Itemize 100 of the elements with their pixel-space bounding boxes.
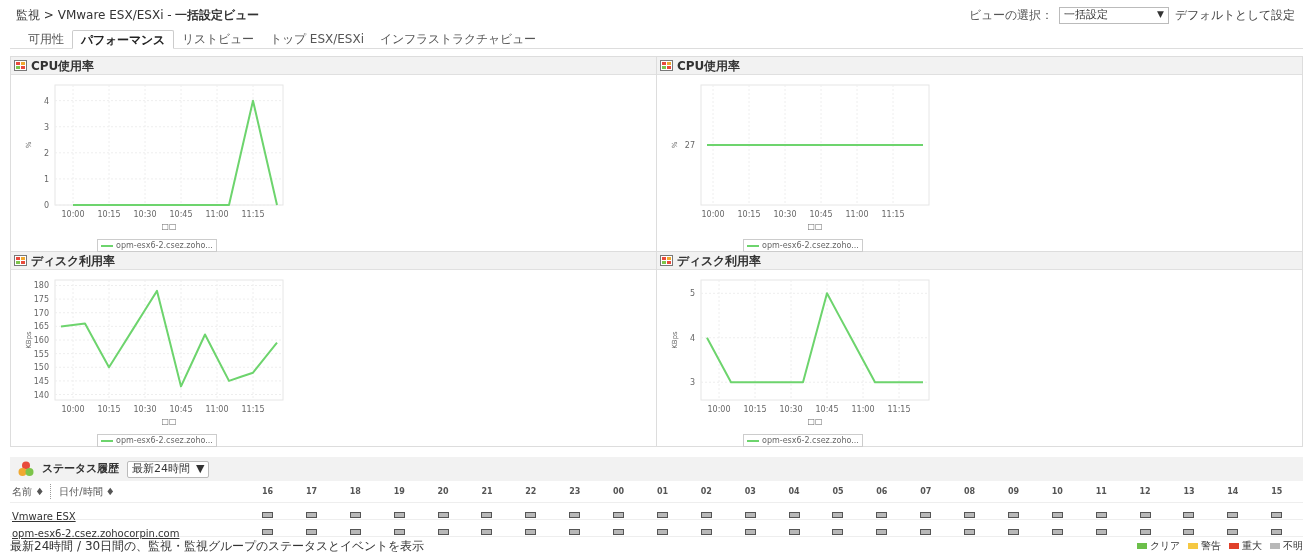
tab[interactable]: 可用性 xyxy=(20,29,72,48)
status-marker[interactable] xyxy=(262,512,273,518)
status-marker[interactable] xyxy=(393,512,405,518)
hour-header: 02 xyxy=(699,485,713,498)
y-tick-label: 165 xyxy=(33,322,49,332)
status-marker[interactable] xyxy=(262,529,273,535)
hour-header: 22 xyxy=(524,485,538,498)
tab[interactable]: トップ ESX/ESXi xyxy=(262,29,373,48)
status-marker[interactable] xyxy=(613,529,624,535)
status-marker[interactable] xyxy=(1227,512,1239,518)
x-axis-label: □□ xyxy=(807,417,823,426)
status-marker[interactable] xyxy=(569,512,581,518)
hour-header: 15 xyxy=(1270,485,1284,498)
chart-icon xyxy=(14,255,27,266)
footer-note: 最新24時間 / 30日間の、監視・監視グループのステータスとイベントを表示 xyxy=(10,538,425,555)
y-tick-label: 2 xyxy=(43,148,49,158)
status-marker[interactable] xyxy=(1271,529,1283,535)
status-marker[interactable] xyxy=(1139,512,1151,518)
status-marker[interactable] xyxy=(481,512,493,518)
hour-header: 16 xyxy=(261,485,275,498)
status-marker[interactable] xyxy=(920,512,932,518)
y-tick-label: 180 xyxy=(33,281,49,291)
status-marker[interactable] xyxy=(1183,512,1195,518)
legend-label: クリア xyxy=(1150,539,1180,553)
status-marker[interactable] xyxy=(876,512,888,518)
legend-swatch xyxy=(747,439,759,442)
legend-label: 不明 xyxy=(1283,539,1303,553)
hour-header: 18 xyxy=(348,485,362,498)
hour-header: 06 xyxy=(875,485,889,498)
status-marker[interactable] xyxy=(700,512,712,518)
status-marker[interactable] xyxy=(920,529,932,535)
y-tick-label: 140 xyxy=(33,390,49,400)
hour-header: 11 xyxy=(1094,485,1108,498)
status-marker[interactable] xyxy=(1051,529,1063,535)
legend-label: 重大 xyxy=(1242,539,1262,553)
set-default-link[interactable]: デフォルトとして設定 xyxy=(1175,6,1295,24)
legend-label: 警告 xyxy=(1201,539,1221,553)
status-marker[interactable] xyxy=(744,529,756,535)
status-marker[interactable] xyxy=(964,512,975,518)
chart-icon xyxy=(660,60,673,71)
status-marker[interactable] xyxy=(656,512,668,518)
y-tick-label: 3 xyxy=(689,378,695,388)
status-marker[interactable] xyxy=(1007,512,1019,518)
status-marker[interactable] xyxy=(437,512,449,518)
monitor-link[interactable]: opm-esx6-2.csez.zohocorpin.com xyxy=(10,528,180,539)
y-tick-label: 1 xyxy=(43,174,49,184)
legend-label: opm-esx6-2.csez.zoho... xyxy=(762,239,859,252)
status-marker[interactable] xyxy=(1051,512,1063,518)
status-marker[interactable] xyxy=(1271,512,1283,518)
column-header[interactable]: 名前 ♦ xyxy=(12,484,52,499)
tab[interactable]: パフォーマンス xyxy=(72,30,174,49)
status-marker[interactable] xyxy=(788,512,800,518)
status-marker[interactable] xyxy=(349,512,361,518)
x-tick-label: 10:00 xyxy=(61,405,85,414)
x-tick-label: 10:30 xyxy=(133,405,157,414)
x-tick-label: 11:00 xyxy=(845,210,869,219)
status-marker[interactable] xyxy=(656,529,668,535)
status-marker[interactable] xyxy=(700,529,712,535)
legend-label: opm-esx6-2.csez.zoho... xyxy=(116,239,213,252)
status-marker[interactable] xyxy=(1095,529,1107,535)
x-axis-label: □□ xyxy=(161,222,177,231)
status-marker[interactable] xyxy=(613,512,624,518)
status-marker[interactable] xyxy=(876,529,888,535)
status-marker[interactable] xyxy=(481,529,493,535)
status-marker[interactable] xyxy=(525,512,537,518)
x-axis-label: □□ xyxy=(161,417,177,426)
hour-header: 00 xyxy=(612,485,626,498)
status-marker[interactable] xyxy=(964,529,975,535)
status-marker[interactable] xyxy=(1227,529,1239,535)
status-marker[interactable] xyxy=(393,529,405,535)
status-marker[interactable] xyxy=(788,529,800,535)
status-history-title: ステータス履歴 xyxy=(42,460,119,477)
view-select-dropdown[interactable]: 一括設定 ▼ xyxy=(1059,6,1169,24)
tab[interactable]: リストビュー xyxy=(174,29,262,48)
column-header[interactable]: 日付/時間 ♦ xyxy=(59,484,115,499)
status-marker[interactable] xyxy=(305,529,317,535)
status-marker[interactable] xyxy=(1007,529,1019,535)
tab[interactable]: インフラストラクチャビュー xyxy=(372,29,545,48)
x-tick-label: 10:45 xyxy=(169,210,193,219)
status-marker[interactable] xyxy=(1183,529,1195,535)
status-marker[interactable] xyxy=(832,512,844,518)
x-tick-label: 11:15 xyxy=(241,405,265,414)
status-marker[interactable] xyxy=(437,529,449,535)
x-tick-label: 10:15 xyxy=(737,210,761,219)
hour-header: 12 xyxy=(1138,485,1152,498)
monitor-link[interactable]: Vmware ESX xyxy=(10,511,76,522)
y-tick-label: 4 xyxy=(43,96,49,106)
status-marker[interactable] xyxy=(569,529,581,535)
y-tick-label: 150 xyxy=(33,363,49,373)
x-tick-label: 10:00 xyxy=(707,405,731,414)
y-tick-label: 170 xyxy=(33,308,49,318)
status-marker[interactable] xyxy=(305,512,317,518)
status-marker[interactable] xyxy=(525,529,537,535)
period-dropdown[interactable]: 最新24時間 ▼ xyxy=(127,460,210,478)
status-marker[interactable] xyxy=(349,529,361,535)
status-marker[interactable] xyxy=(744,512,756,518)
status-marker[interactable] xyxy=(1139,529,1151,535)
status-marker[interactable] xyxy=(832,529,844,535)
breadcrumb: 監視 > VMware ESX/ESXi - 一括設定ビュー xyxy=(15,7,260,24)
status-marker[interactable] xyxy=(1095,512,1107,518)
